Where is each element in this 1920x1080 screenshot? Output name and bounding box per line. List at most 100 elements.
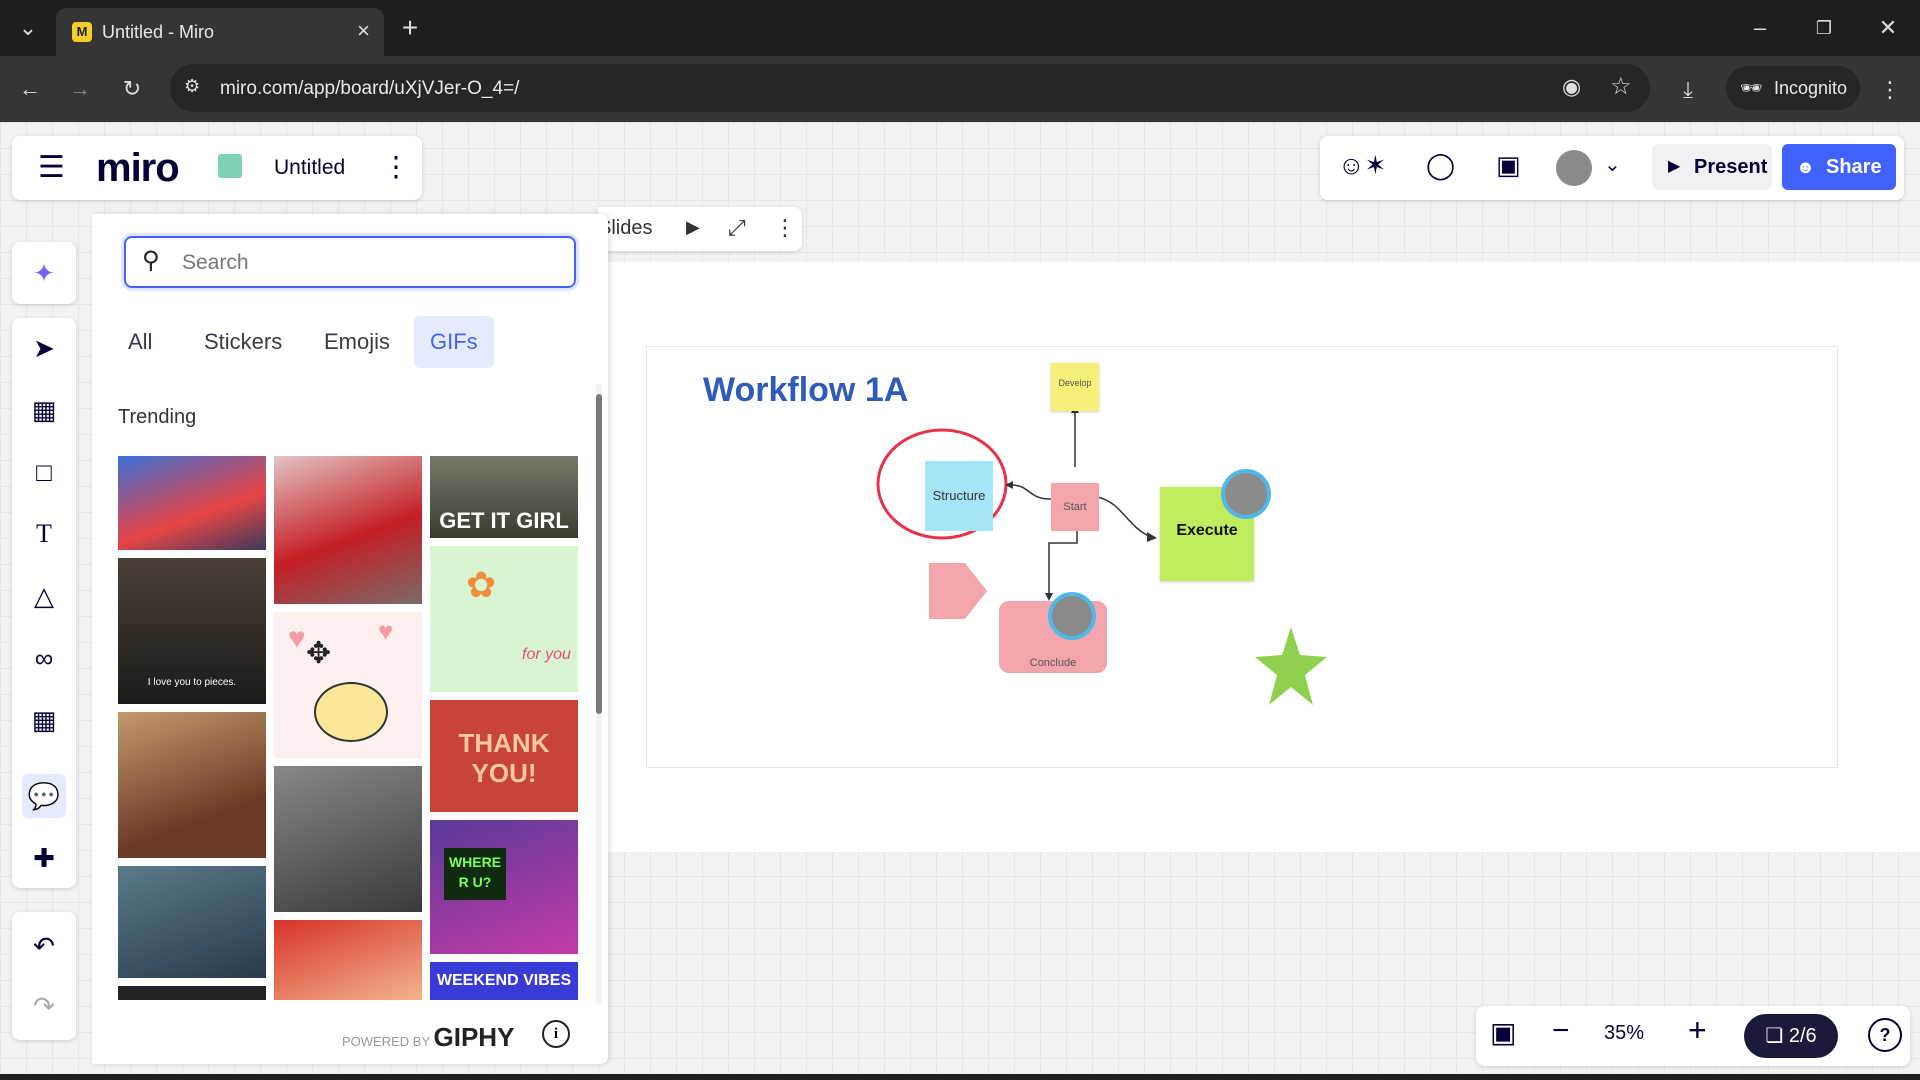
download-icon[interactable]: ⤓ [1668, 70, 1708, 110]
gif-thumbnail[interactable]: ♥ ♥ [274, 612, 422, 758]
more-tools-plus-icon[interactable]: ✚ [22, 836, 66, 880]
tab-emojis[interactable]: Emojis [308, 316, 406, 368]
gif-thumbnail[interactable] [118, 866, 266, 978]
eye-slash-icon[interactable]: ◉ [1562, 74, 1581, 100]
avatar-chevron-down-icon[interactable]: ⌄ [1604, 152, 1621, 177]
scrollbar-thumb[interactable] [596, 394, 602, 714]
browser-menu-icon[interactable]: ⋮ [1870, 70, 1910, 110]
user-avatar[interactable] [1556, 150, 1592, 186]
present-button[interactable]: ▶ Present [1652, 144, 1772, 190]
board-more-icon[interactable]: ⋮ [382, 150, 410, 183]
gif-thumbnail[interactable] [118, 456, 266, 550]
gif-picker-panel: ⚲ All Stickers Emojis GIFs Trending I lo… [92, 214, 608, 1064]
frame-tool-icon[interactable]: ▦ [22, 698, 66, 742]
structure-node[interactable]: Structure [925, 461, 993, 531]
gif-thumbnail[interactable]: WEEKEND VIBES [430, 962, 578, 1000]
gif-thumbnail[interactable] [118, 712, 266, 858]
restore-icon[interactable]: ❐ [1804, 8, 1844, 48]
connector-start-execute[interactable] [1096, 496, 1152, 538]
collaborator-avatar[interactable] [1221, 469, 1271, 519]
zoom-out-icon[interactable]: − [1552, 1014, 1570, 1048]
tab-stickers[interactable]: Stickers [188, 316, 298, 368]
develop-label: Develop [1058, 378, 1092, 388]
gif-thumbnail[interactable]: ✿ for you [430, 546, 578, 692]
undo-icon[interactable]: ↶ [22, 924, 66, 968]
hamburger-menu-icon[interactable]: ☰ [38, 150, 65, 185]
text-tool-icon[interactable]: T [22, 512, 66, 556]
window-close-icon[interactable]: ✕ [1868, 8, 1908, 48]
ai-sparkle-icon[interactable]: ✦ [22, 251, 66, 295]
tab-close-icon[interactable]: × [357, 18, 370, 44]
search-box[interactable]: ⚲ [124, 236, 576, 288]
gif-thumbnail[interactable] [118, 986, 266, 1000]
incognito-label: Incognito [1774, 78, 1848, 98]
slides-toolbar: Slides ▶ ⤢ ⋮ [598, 207, 802, 251]
board-title[interactable]: Untitled [274, 156, 345, 180]
search-input[interactable] [180, 248, 564, 278]
pages-count: 2/6 [1788, 1025, 1817, 1047]
pages-button[interactable]: ❏ 2/6 [1744, 1014, 1838, 1058]
miro-logo[interactable]: miro [96, 146, 180, 191]
share-label: Share [1826, 156, 1882, 178]
gif-thumbnail[interactable]: WHERE R U? [430, 820, 578, 954]
site-info-icon[interactable]: ⚙ [184, 76, 200, 97]
sticky-note-icon[interactable]: □ [22, 450, 66, 494]
forward-arrow-icon[interactable]: → [60, 69, 100, 109]
comment-icon[interactable]: 💬 [22, 774, 66, 818]
help-icon[interactable]: ? [1868, 1018, 1902, 1052]
giphy-logo: GIPHY [433, 1022, 515, 1052]
new-tab-plus-icon[interactable]: + [390, 8, 430, 48]
gif-thumbnail[interactable] [274, 920, 422, 1000]
arrow-shape[interactable] [929, 553, 991, 629]
redo-icon[interactable]: ↷ [22, 984, 66, 1028]
user-add-icon: ☻ [1796, 157, 1815, 177]
share-button[interactable]: ☻ Share [1782, 144, 1896, 190]
flower-bouquet-icon: ✿ [466, 564, 497, 605]
tab-search-chevron-icon[interactable]: ⌄ [8, 8, 48, 48]
board-book-icon [218, 154, 242, 178]
collaborator-avatar[interactable] [1048, 592, 1096, 640]
zoom-controls: ▣ − 35% + ❏ 2/6 ? [1476, 1006, 1910, 1066]
incognito-badge[interactable]: 🕶 Incognito [1726, 66, 1860, 110]
info-icon[interactable]: i [542, 1020, 570, 1048]
minimize-icon[interactable]: – [1740, 8, 1780, 48]
pen-lasso-icon[interactable]: ∞ [22, 636, 66, 680]
chat-icon[interactable]: ◯ [1426, 150, 1455, 181]
move-cursor-icon: ✥ [306, 637, 332, 670]
scrollbar-track[interactable] [596, 384, 602, 1004]
shapes-icon[interactable]: △ [22, 574, 66, 618]
gif-thumbnail[interactable]: I love you to pieces. [118, 558, 266, 704]
gif-caption: WHERE R U? [444, 848, 506, 900]
browser-tab[interactable]: M Untitled - Miro × [56, 8, 384, 56]
reload-icon[interactable]: ↻ [112, 69, 152, 109]
trending-heading: Trending [118, 406, 197, 428]
slides-more-icon[interactable]: ⋮ [774, 215, 796, 241]
back-arrow-icon[interactable]: ← [10, 69, 50, 109]
connector-start-structure[interactable] [1010, 484, 1052, 500]
develop-sticky-note[interactable]: Develop [1051, 363, 1099, 411]
fit-to-screen-icon[interactable]: ▣ [1490, 1016, 1516, 1049]
templates-icon[interactable]: ▦ [22, 388, 66, 432]
start-node[interactable]: Start [1051, 483, 1099, 531]
video-call-icon[interactable]: ▣ [1496, 150, 1521, 181]
zoom-level[interactable]: 35% [1604, 1022, 1644, 1045]
workflow-frame[interactable]: Workflow 1A Develop Structure Start Exec… [646, 346, 1838, 768]
arrowhead-conclude [1045, 593, 1053, 601]
gif-thumbnail[interactable] [274, 766, 422, 912]
conclude-label: Conclude [1029, 657, 1077, 669]
fullscreen-icon[interactable]: ⤢ [728, 215, 746, 241]
board-header: ☰ miro Untitled ⋮ [12, 136, 422, 200]
bookmark-star-icon[interactable]: ☆ [1610, 72, 1632, 101]
gif-thumbnail[interactable]: GET IT GIRL [430, 456, 578, 538]
slides-play-icon[interactable]: ▶ [686, 217, 700, 238]
select-cursor-icon[interactable]: ➤ [22, 326, 66, 370]
tab-gifs[interactable]: GIFs [414, 316, 494, 368]
reactions-icon[interactable]: ☺✶ [1338, 150, 1386, 181]
star-shape[interactable] [1253, 625, 1329, 709]
zoom-in-icon[interactable]: + [1688, 1012, 1707, 1049]
gif-thumbnail[interactable]: THANK YOU! [430, 700, 578, 812]
incognito-icon: 🕶 [1740, 78, 1763, 98]
gif-thumbnail[interactable] [274, 456, 422, 604]
tab-all[interactable]: All [112, 316, 168, 368]
collaboration-toolbar: ☺✶ ◯ ▣ ⌄ ▶ Present ☻ Share [1320, 136, 1904, 200]
